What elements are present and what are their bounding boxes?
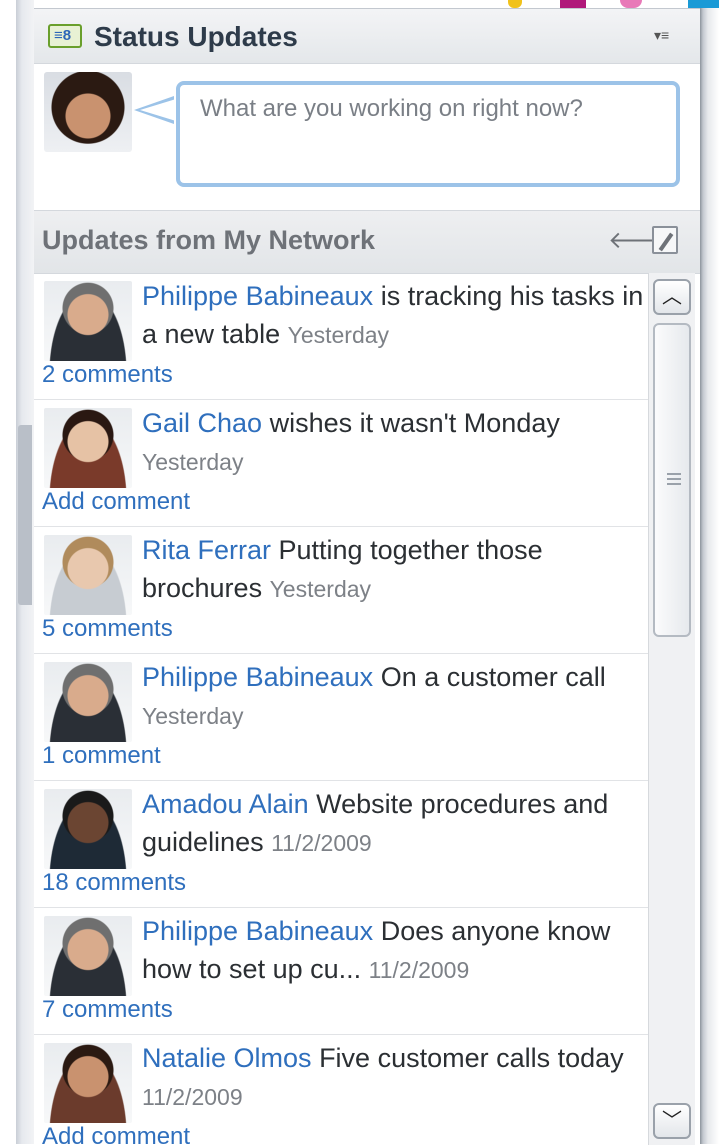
update-time: Yesterday — [142, 703, 244, 729]
update-text: Philippe Babineaux Does anyone know how … — [142, 912, 648, 996]
update-time: Yesterday — [142, 449, 244, 475]
update-text: Philippe Babineaux On a customer call Ye… — [142, 658, 648, 742]
author-link[interactable]: Philippe Babineaux — [142, 281, 373, 311]
page-title: Status Updates — [94, 21, 298, 52]
update-message: Five customer calls today — [311, 1043, 624, 1073]
network-updates-header: Updates from My Network 🡐 — [34, 210, 700, 274]
list-item: Natalie Olmos Five customer calls today … — [34, 1035, 648, 1145]
decoration-yellow — [508, 0, 522, 8]
author-link[interactable]: Gail Chao — [142, 408, 262, 438]
status-updates-panel: ≡8 Status Updates ▾≡ Updates from My Net… — [34, 8, 700, 1145]
updates-feed: Philippe Babineaux is tracking his tasks… — [34, 273, 648, 1145]
update-text: Philippe Babineaux is tracking his tasks… — [142, 277, 648, 361]
decoration-pink — [620, 0, 642, 8]
update-time: Yesterday — [269, 576, 372, 602]
update-message: wishes it wasn't Monday — [262, 408, 560, 438]
right-window-edge — [700, 0, 719, 1144]
list-item: Philippe Babineaux is tracking his tasks… — [34, 273, 648, 400]
list-item: Philippe Babineaux On a customer call Ye… — [34, 654, 648, 781]
author-link[interactable]: Philippe Babineaux — [142, 662, 373, 692]
avatar[interactable] — [44, 535, 132, 615]
feed-scrollbar[interactable]: ︿ ﹀ — [648, 273, 695, 1145]
avatar[interactable] — [44, 281, 132, 361]
list-item: Philippe Babineaux Does anyone know how … — [34, 908, 648, 1035]
update-time: 11/2/2009 — [368, 957, 470, 983]
scroll-up-button[interactable]: ︿ — [653, 279, 691, 315]
add-comment-link[interactable]: Add comment — [42, 488, 190, 516]
update-message: On a customer call — [373, 662, 606, 692]
author-link[interactable]: Natalie Olmos — [142, 1043, 312, 1073]
update-time: 11/2/2009 — [271, 830, 372, 856]
update-time: 11/2/2009 — [142, 1084, 243, 1110]
comments-link[interactable]: 18 comments — [42, 869, 186, 897]
decoration-magenta — [560, 0, 586, 8]
update-text: Amadou Alain Website procedures and guid… — [142, 785, 648, 869]
list-item: Amadou Alain Website procedures and guid… — [34, 781, 648, 908]
scroll-down-button[interactable]: ﹀ — [653, 1103, 691, 1139]
update-text: Gail Chao wishes it wasn't Monday Yester… — [142, 404, 648, 488]
author-link[interactable]: Amadou Alain — [142, 789, 309, 819]
comments-link[interactable]: 5 comments — [42, 615, 173, 643]
status-composer — [34, 64, 700, 210]
chevron-up-icon: ︿ — [662, 286, 682, 308]
comments-link[interactable]: 7 comments — [42, 996, 173, 1024]
grip-icon — [667, 473, 681, 485]
comments-link[interactable]: 1 comment — [42, 742, 161, 770]
status-updates-header: ≡8 Status Updates ▾≡ — [34, 9, 700, 64]
update-time: Yesterday — [287, 322, 390, 348]
decoration-cyan — [688, 0, 719, 8]
avatar[interactable] — [44, 789, 132, 869]
status-input[interactable] — [176, 81, 680, 187]
collapse-panel-tab[interactable] — [18, 425, 44, 945]
edit-filter-icon[interactable] — [652, 226, 678, 254]
comments-link[interactable]: 2 comments — [42, 361, 173, 389]
header-icon-glyph: ≡8 — [54, 27, 72, 44]
avatar[interactable] — [44, 916, 132, 996]
avatar[interactable] — [44, 408, 132, 488]
my-avatar — [44, 72, 132, 152]
update-text: Rita Ferrar Putting together those broch… — [142, 531, 648, 615]
list-item: Rita Ferrar Putting together those broch… — [34, 527, 648, 654]
panel-menu-icon[interactable]: ▾≡ — [654, 27, 669, 44]
list-item: Gail Chao wishes it wasn't Monday Yester… — [34, 400, 648, 527]
speech-bubble-pointer-fill — [140, 99, 176, 121]
add-comment-link[interactable]: Add comment — [42, 1123, 190, 1145]
avatar[interactable] — [44, 1043, 132, 1123]
scroll-thumb[interactable] — [653, 323, 691, 637]
author-link[interactable]: Rita Ferrar — [142, 535, 271, 565]
author-link[interactable]: Philippe Babineaux — [142, 916, 373, 946]
avatar[interactable] — [44, 662, 132, 742]
chevron-down-icon: ﹀ — [662, 1110, 682, 1132]
network-updates-title: Updates from My Network — [42, 225, 376, 255]
status-updates-icon: ≡8 — [48, 24, 82, 48]
update-text: Natalie Olmos Five customer calls today … — [142, 1039, 648, 1123]
